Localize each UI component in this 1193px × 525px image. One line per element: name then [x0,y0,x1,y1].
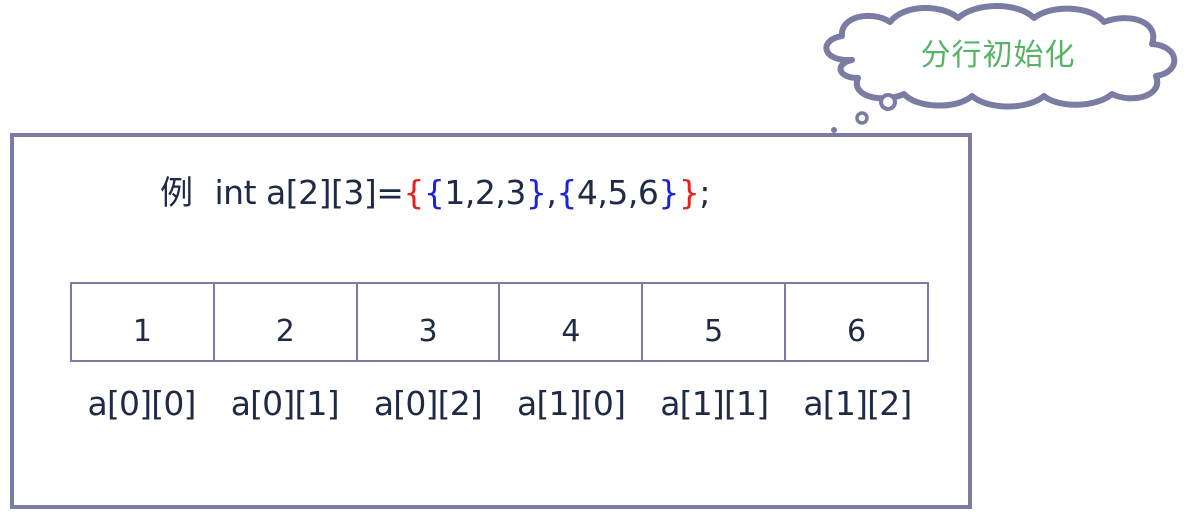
row2-brace-close: } [658,173,679,212]
thought-bubbles [831,93,897,133]
bubble-large [879,93,897,111]
element-labels: a[0][0] a[0][1] a[0][2] a[1][0] a[1][1] … [70,384,929,432]
element-label: a[0][2] [373,384,483,423]
memory-cell: 4 [500,284,644,360]
example-prefix: 例 [160,173,193,212]
bubble-medium [855,111,869,125]
element-label: a[0][1] [230,384,340,423]
row1-brace-close: } [525,173,547,212]
statement-end: ; [699,173,710,212]
callout-text: 分行初始化 [920,38,1076,73]
memory-cell: 6 [847,313,867,349]
outer-brace-close: } [678,173,700,212]
decl-text: int a[2][3]= [214,173,404,212]
element-label: a[1][0] [517,384,626,423]
element-label: a[1][1] [660,384,769,423]
memory-cells: 1 2 3 4 5 6 [70,282,929,362]
row1-brace-open: { [423,173,445,212]
memory-cell: 5 [643,284,787,360]
code-declaration: 例 int a[2][3]={{1,2,3},{4,5,6}}; [160,166,710,214]
element-label: a[0][0] [87,384,197,423]
row2-values: 4,5,6 [576,173,659,212]
memory-cell: 2 [215,284,358,360]
element-label: a[1][2] [803,384,912,423]
row1-values: 1,2,3 [444,173,526,212]
memory-cell: 3 [358,284,501,360]
row2-brace-open: { [556,173,577,212]
memory-cell: 1 [72,284,215,360]
row-separator: , [546,173,557,212]
outer-brace-open: { [403,173,424,212]
